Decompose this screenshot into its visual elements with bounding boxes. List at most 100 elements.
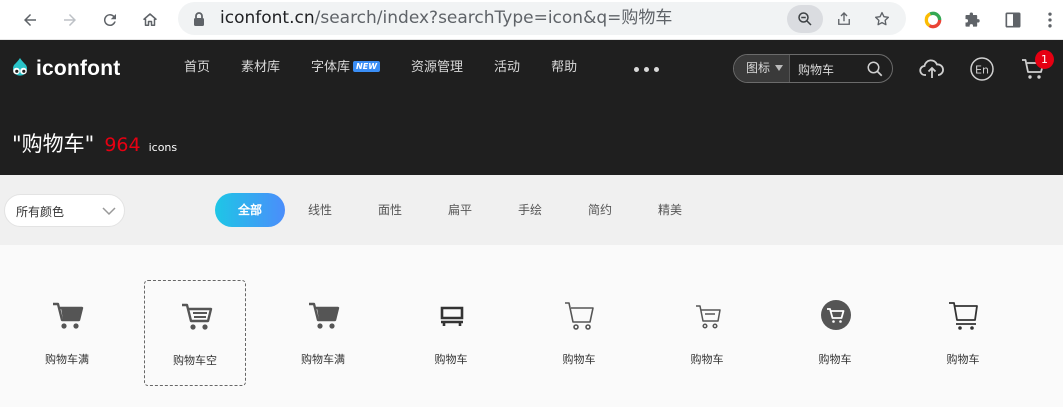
chevron-down-icon: [102, 207, 116, 216]
cart-icon: [440, 306, 464, 326]
language-button[interactable]: En: [968, 55, 996, 83]
forward-button[interactable]: [55, 5, 85, 35]
icon-card[interactable]: 购物车满: [16, 280, 118, 386]
colorful-ring-icon: [924, 11, 942, 29]
nav-label: 素材库: [241, 60, 281, 75]
reload-icon: [103, 14, 116, 27]
tab-hand-drawn[interactable]: 手绘: [495, 193, 565, 227]
cloud-upload-icon: [919, 59, 944, 78]
nav-item-events[interactable]: 活动: [494, 60, 520, 76]
tab-exquisite[interactable]: 精美: [635, 193, 705, 227]
cart-line-icon: [949, 302, 978, 330]
search-summary: "购物车" 964 icons: [12, 128, 177, 158]
extension-chrome-button[interactable]: [918, 5, 948, 35]
browser-toolbar: iconfont.cn/search/index?searchType=icon…: [0, 0, 1063, 40]
result-count: 964: [104, 134, 141, 156]
search-type-select[interactable]: 图标: [734, 55, 790, 82]
menu-button[interactable]: [1035, 5, 1063, 35]
nav-item-resources[interactable]: 资源管理: [411, 60, 463, 76]
search-type-label: 图标: [746, 61, 771, 75]
nav-item-home[interactable]: 首页: [184, 60, 210, 76]
nav-label: 帮助: [551, 60, 578, 75]
new-badge: NEW: [353, 61, 381, 72]
search-icon[interactable]: [866, 60, 884, 78]
zoom-out-icon: [798, 12, 812, 26]
icon-card[interactable]: 购物车: [400, 280, 502, 386]
search-query: "购物车": [12, 132, 95, 156]
cart-circle-icon: [821, 300, 851, 330]
extensions-button[interactable]: [958, 5, 988, 35]
logo-text: iconfont: [36, 57, 121, 80]
language-label: En: [975, 64, 989, 77]
site-search: 图标: [733, 54, 893, 83]
icon-name: 购物车: [690, 353, 724, 366]
nav-label: 首页: [184, 60, 211, 75]
share-icon: [838, 12, 850, 25]
more-menu-icon[interactable]: [634, 67, 659, 72]
site-header: iconfont 首页 素材库 字体库NEW 资源管理 活动 帮助 图标 En …: [0, 40, 1063, 97]
color-filter-select[interactable]: 所有颜色: [4, 194, 125, 227]
caret-down-icon: [775, 65, 783, 71]
home-icon: [143, 13, 157, 26]
side-panel-icon: [1005, 12, 1021, 28]
url-path: /search/index?searchType=icon&q=购物车: [314, 8, 673, 28]
search-result-header: "购物车" 964 icons: [0, 97, 1063, 175]
tab-all[interactable]: 全部: [215, 193, 285, 227]
icon-card[interactable]: 购物车: [912, 280, 1014, 386]
home-button[interactable]: [135, 5, 165, 35]
search-input[interactable]: [798, 60, 858, 78]
main-nav: 首页 素材库 字体库 NEW 资源管理 活动 帮助: [184, 60, 608, 76]
nav-item-fonts[interactable]: 字体库 NEW: [311, 60, 381, 76]
tab-filled[interactable]: 面性: [355, 193, 425, 227]
arrow-left-icon: [24, 14, 36, 26]
icon-name: 购物车: [818, 353, 852, 366]
arrow-right-icon: [64, 14, 76, 26]
icon-name: 购物车满: [45, 353, 89, 366]
result-unit: icons: [148, 141, 178, 154]
cart-count-badge: 1: [1035, 50, 1054, 69]
icon-name: 购物车: [562, 353, 596, 366]
icon-card[interactable]: 购物车: [784, 280, 886, 386]
filter-bar: 所有颜色 全部 线性 面性 扁平 手绘 简约 精美: [0, 175, 1063, 245]
tab-flat[interactable]: 扁平: [425, 193, 495, 227]
color-filter-label: 所有颜色: [16, 205, 65, 219]
icon-grid: 购物车满 购物车空 购物车满 购物车 购物车 购物车 购物车 购物车: [0, 245, 1063, 407]
icon-card[interactable]: 购物车: [528, 280, 630, 386]
bookmark-button[interactable]: [868, 5, 896, 33]
icon-name: 购物车: [434, 353, 468, 366]
reload-button[interactable]: [95, 5, 125, 35]
site-logo[interactable]: iconfont: [6, 56, 120, 82]
cart-outline-icon: [565, 302, 594, 330]
icon-name: 购物车满: [301, 353, 345, 366]
nav-item-materials[interactable]: 素材库: [241, 60, 280, 76]
cart-thin-icon: [696, 305, 721, 329]
style-tabs: 全部 线性 面性 扁平 手绘 简约 精美: [215, 193, 705, 227]
star-icon: [874, 11, 890, 26]
nav-label: 资源管理: [411, 60, 464, 75]
zoom-button[interactable]: [787, 5, 823, 33]
side-panel-button[interactable]: [998, 5, 1028, 35]
lock-icon: [194, 12, 204, 26]
url-host: iconfont.cn: [220, 8, 315, 28]
nav-label: 活动: [494, 60, 521, 75]
icon-card-selected[interactable]: 购物车空: [144, 280, 246, 386]
kebab-menu-icon: [1048, 12, 1052, 28]
cart-empty-icon: [182, 303, 213, 330]
share-button[interactable]: [830, 5, 858, 33]
icon-name: 购物车: [946, 353, 980, 366]
nav-item-help[interactable]: 帮助: [551, 60, 577, 76]
nav-label: 字体库: [311, 60, 351, 75]
puzzle-icon: [965, 12, 980, 27]
address-bar[interactable]: iconfont.cn/search/index?searchType=icon…: [178, 2, 906, 35]
icon-name: 购物车空: [173, 354, 217, 367]
cart-full-icon: [309, 302, 340, 329]
url-text: iconfont.cn/search/index?searchType=icon…: [220, 6, 672, 31]
tab-linear[interactable]: 线性: [285, 193, 355, 227]
tab-simple[interactable]: 简约: [565, 193, 635, 227]
back-button[interactable]: [15, 5, 45, 35]
icon-card[interactable]: 购物车满: [272, 280, 374, 386]
upload-button[interactable]: [918, 55, 946, 83]
cart-full-icon: [53, 302, 84, 329]
icon-card[interactable]: 购物车: [656, 280, 758, 386]
language-icon: En: [970, 57, 994, 81]
